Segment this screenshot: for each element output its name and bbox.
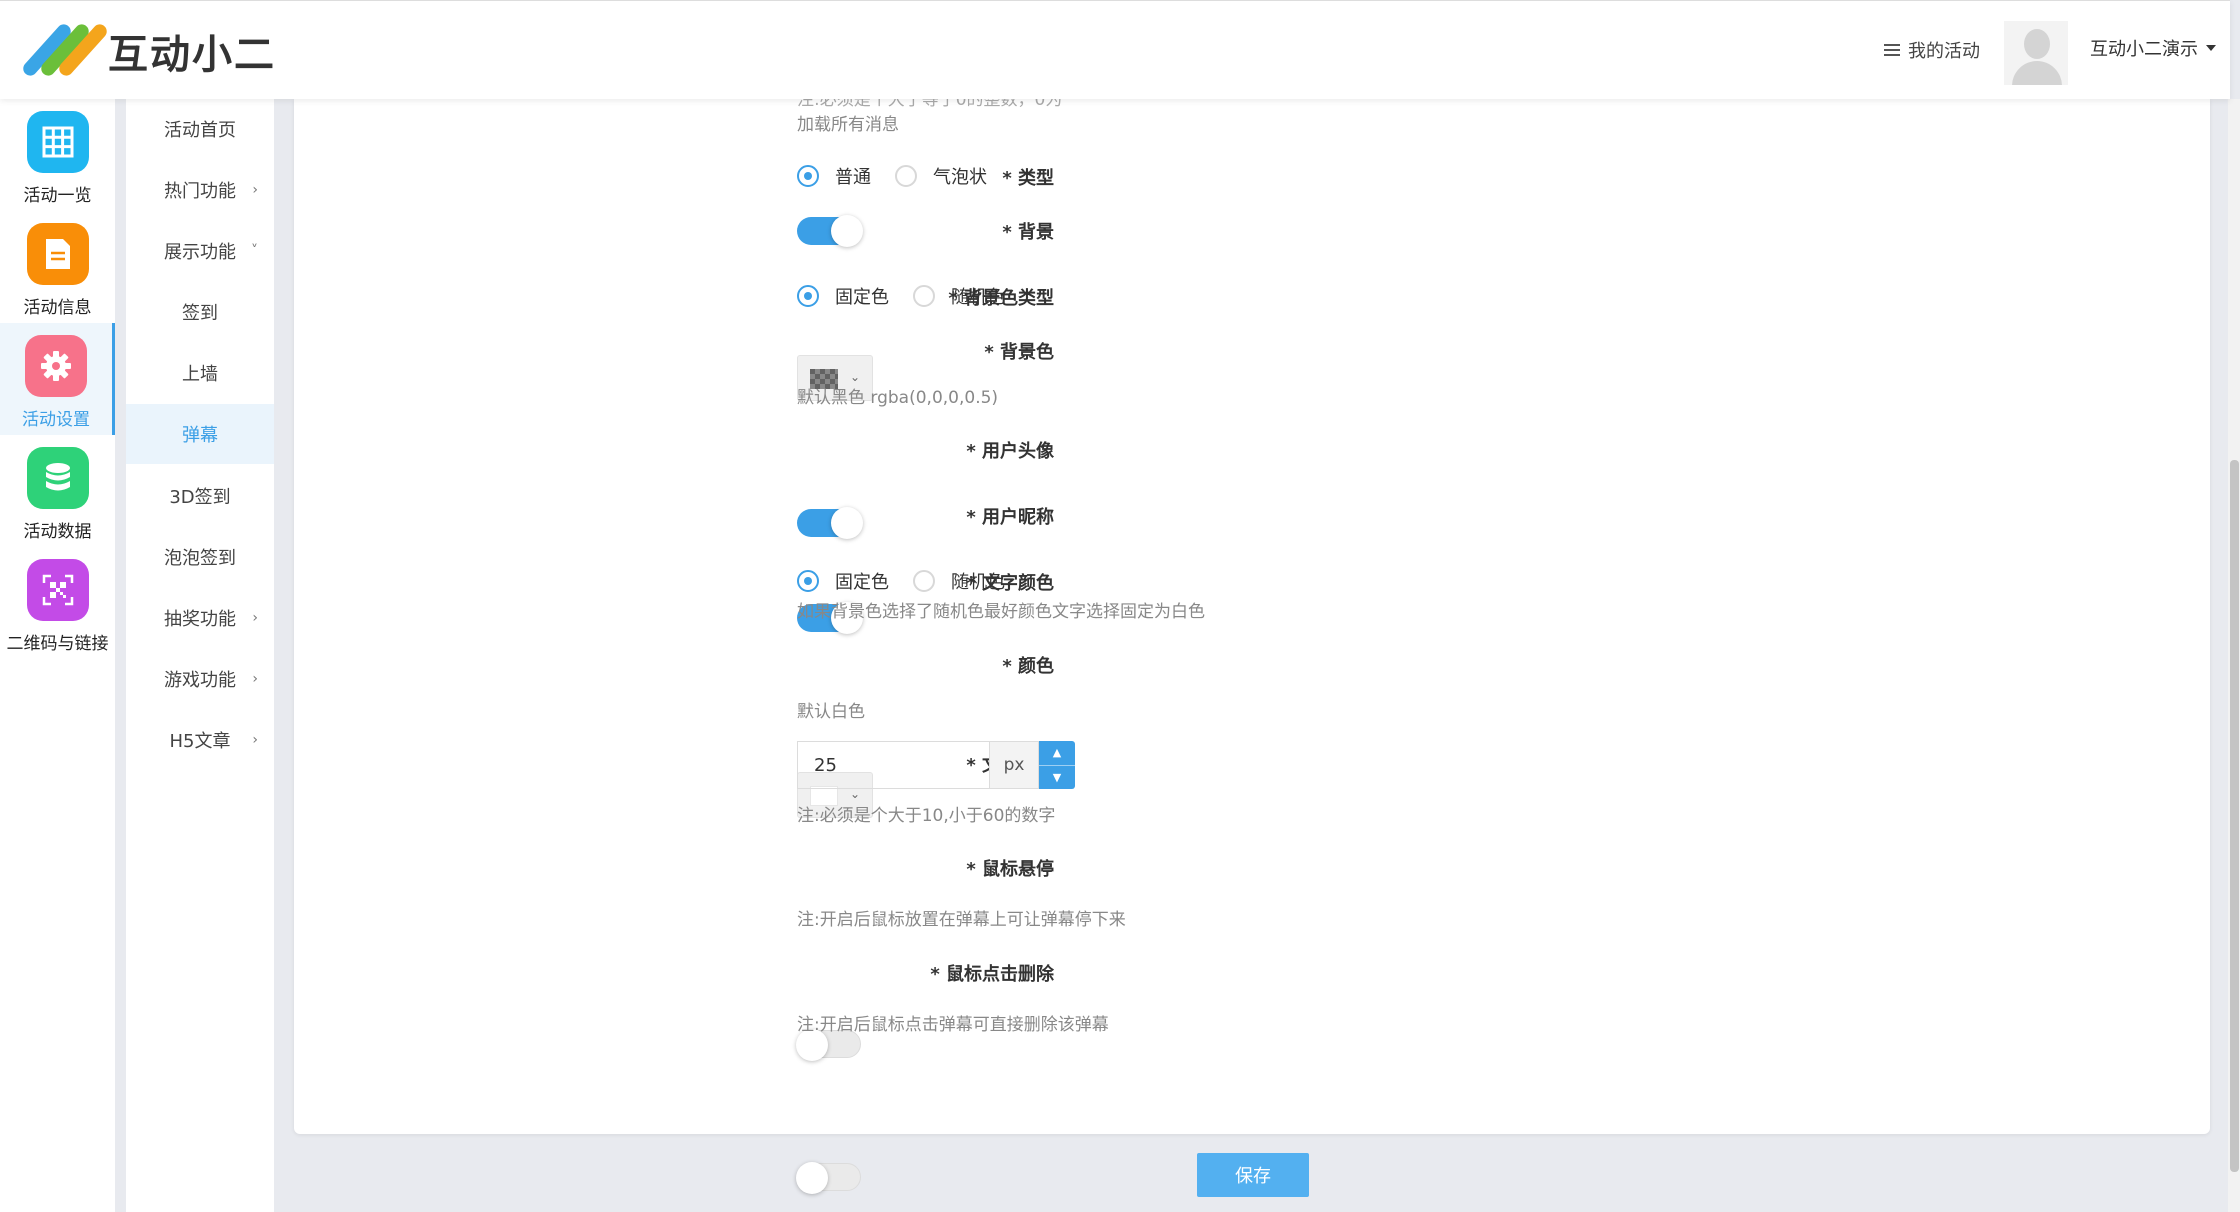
nickname-label: * 用户昵称 bbox=[966, 507, 1054, 528]
sidebar-item-activity-data[interactable]: 活动数据 bbox=[0, 435, 115, 547]
sidebar-item-activity-list[interactable]: 活动一览 bbox=[0, 99, 115, 211]
chevron-down-icon[interactable]: ▼ bbox=[1039, 766, 1075, 790]
top-note: 加载所有消息 bbox=[797, 115, 899, 135]
type-radio-normal[interactable] bbox=[797, 165, 819, 187]
radio-label: 气泡状 bbox=[933, 167, 987, 188]
radio-label: 普通 bbox=[835, 167, 871, 188]
menu-item-label: 游戏功能 bbox=[164, 670, 236, 691]
font-size-unit: px bbox=[989, 741, 1039, 789]
chevron-right-icon: › bbox=[252, 182, 258, 198]
radio-label: 随机色 bbox=[951, 287, 1005, 308]
bg-color-type-radio-random[interactable] bbox=[913, 285, 935, 307]
chevron-down-icon: ⌄ bbox=[850, 370, 861, 384]
icon-sidebar: 活动一览 活动信息 活动设置 活动数据 二维码与链接 bbox=[0, 99, 115, 1212]
sidebar-item-label: 二维码与链接 bbox=[6, 634, 109, 654]
chevron-down-icon: ⌄ bbox=[850, 787, 861, 801]
database-icon bbox=[26, 447, 89, 509]
menu-item-signin[interactable]: 签到 bbox=[126, 282, 274, 342]
sidebar-item-label: 活动数据 bbox=[23, 522, 92, 542]
chevron-right-icon: › bbox=[252, 610, 258, 626]
logo-text: 互动小二 bbox=[108, 32, 276, 78]
stepper-buttons: ▲ ▼ bbox=[1039, 741, 1075, 789]
sidebar-item-activity-settings[interactable]: 活动设置 bbox=[0, 323, 115, 435]
menu-item-home[interactable]: 活动首页 bbox=[126, 99, 274, 159]
menu-item-label: 签到 bbox=[182, 303, 218, 324]
menu-item-label: 上墙 bbox=[182, 364, 218, 385]
background-label: * 背景 bbox=[1002, 222, 1054, 243]
chevron-up-icon[interactable]: ▲ bbox=[1039, 741, 1075, 766]
qrcode-icon bbox=[26, 559, 89, 621]
font-size-note: 注:必须是个大于10,小于60的数字 bbox=[797, 806, 1056, 826]
menu-item-display[interactable]: 展示功能 ˅ bbox=[126, 221, 274, 281]
top-header: 互动小二 我的活动 互动小二演示 bbox=[0, 0, 2230, 99]
save-button[interactable]: 保存 bbox=[1197, 1153, 1309, 1197]
radio-label: 固定色 bbox=[835, 287, 889, 308]
my-activity-link[interactable]: 我的活动 bbox=[1884, 37, 1980, 63]
type-radio-bubble[interactable] bbox=[895, 165, 917, 187]
chevron-right-icon: › bbox=[252, 732, 258, 748]
radio-label: 随机色 bbox=[951, 572, 1005, 593]
menu-item-label: 展示功能 bbox=[164, 242, 236, 263]
menu-item-wall[interactable]: 上墙 bbox=[126, 343, 274, 403]
scrollbar-thumb[interactable] bbox=[2230, 460, 2239, 1172]
color-label: * 颜色 bbox=[1002, 656, 1054, 677]
menu-item-label: 热门功能 bbox=[164, 181, 236, 202]
menu-item-game[interactable]: 游戏功能 › bbox=[126, 649, 274, 709]
type-radio-group: 普通 气泡状 bbox=[797, 163, 1011, 189]
sidebar-item-qrcode-link[interactable]: 二维码与链接 bbox=[0, 547, 115, 659]
chevron-down-icon: ˅ bbox=[251, 243, 258, 259]
click-delete-toggle[interactable] bbox=[796, 1162, 861, 1194]
bg-color-label: * 背景色 bbox=[984, 342, 1054, 363]
user-menu[interactable]: 互动小二演示 bbox=[2090, 35, 2216, 61]
sidebar-item-label: 活动设置 bbox=[22, 410, 90, 430]
chevron-right-icon: › bbox=[252, 671, 258, 687]
menu-item-label: 活动首页 bbox=[164, 120, 236, 141]
hover-pause-note: 注:开启后鼠标放置在弹幕上可让弹幕停下来 bbox=[797, 910, 1126, 930]
bg-color-type-radio-fixed[interactable] bbox=[797, 285, 819, 307]
font-size-stepper: 25 px ▲ ▼ bbox=[797, 741, 1075, 789]
menu-item-label: 弹幕 bbox=[182, 425, 218, 446]
background-toggle[interactable] bbox=[797, 215, 863, 247]
menu-item-label: 抽奖功能 bbox=[164, 609, 236, 630]
my-activity-label: 我的活动 bbox=[1908, 41, 1980, 62]
click-delete-note: 注:开启后鼠标点击弹幕可直接删除该弹幕 bbox=[797, 1015, 1109, 1035]
click-delete-label: * 鼠标点击删除 bbox=[930, 964, 1054, 985]
grid-icon bbox=[26, 111, 89, 173]
hover-pause-label: * 鼠标悬停 bbox=[966, 859, 1054, 880]
text-color-radio-fixed[interactable] bbox=[797, 570, 819, 592]
menu-item-label: 泡泡签到 bbox=[164, 548, 236, 569]
menu-item-lottery[interactable]: 抽奖功能 › bbox=[126, 588, 274, 648]
text-color-radio-group: 固定色 随机色 bbox=[797, 568, 1029, 594]
menu-item-3d-signin[interactable]: 3D签到 bbox=[126, 466, 274, 526]
font-size-input[interactable]: 25 bbox=[797, 741, 989, 789]
menu-item-bubble-signin[interactable]: 泡泡签到 bbox=[126, 527, 274, 587]
document-icon bbox=[26, 223, 89, 285]
user-name: 互动小二演示 bbox=[2090, 39, 2198, 60]
sidebar-item-label: 活动信息 bbox=[23, 298, 92, 318]
avatar-label: * 用户头像 bbox=[966, 441, 1054, 462]
logo[interactable]: 互动小二 bbox=[20, 21, 276, 81]
bg-color-note: 默认黑色 rgba(0,0,0,0.5) bbox=[797, 388, 999, 408]
text-color-radio-random[interactable] bbox=[913, 570, 935, 592]
gear-icon bbox=[25, 335, 87, 397]
sidebar-item-label: 活动一览 bbox=[23, 186, 92, 206]
sidebar-item-activity-info[interactable]: 活动信息 bbox=[0, 211, 115, 323]
menu-item-h5[interactable]: H5文章 › bbox=[126, 710, 274, 770]
menu-item-hot[interactable]: 热门功能 › bbox=[126, 160, 274, 220]
bg-color-type-radio-group: 固定色 随机色 bbox=[797, 283, 1029, 309]
text-color-note: 如果背景色选择了随机色最好颜色文字选择固定为白色 bbox=[797, 602, 1205, 622]
caret-down-icon bbox=[2206, 45, 2216, 51]
menu-item-danmaku[interactable]: 弹幕 bbox=[126, 404, 274, 464]
radio-label: 固定色 bbox=[835, 572, 889, 593]
color-note: 默认白色 bbox=[797, 702, 865, 722]
settings-form: 注:必须是个大于等于0的整数，0为 加载所有消息 * 类型 普通 气泡状 * 背… bbox=[294, 90, 2210, 1194]
avatar[interactable] bbox=[2004, 21, 2068, 85]
menu-item-label: H5文章 bbox=[169, 731, 231, 752]
list-icon bbox=[1884, 43, 1900, 57]
avatar-toggle[interactable] bbox=[797, 507, 863, 539]
menu-item-label: 3D签到 bbox=[169, 487, 231, 508]
function-menu: 活动首页 热门功能 › 展示功能 ˅ 签到 上墙 弹幕 3D签到 泡泡签到 抽奖… bbox=[126, 99, 274, 1212]
logo-mark-icon bbox=[20, 21, 110, 80]
